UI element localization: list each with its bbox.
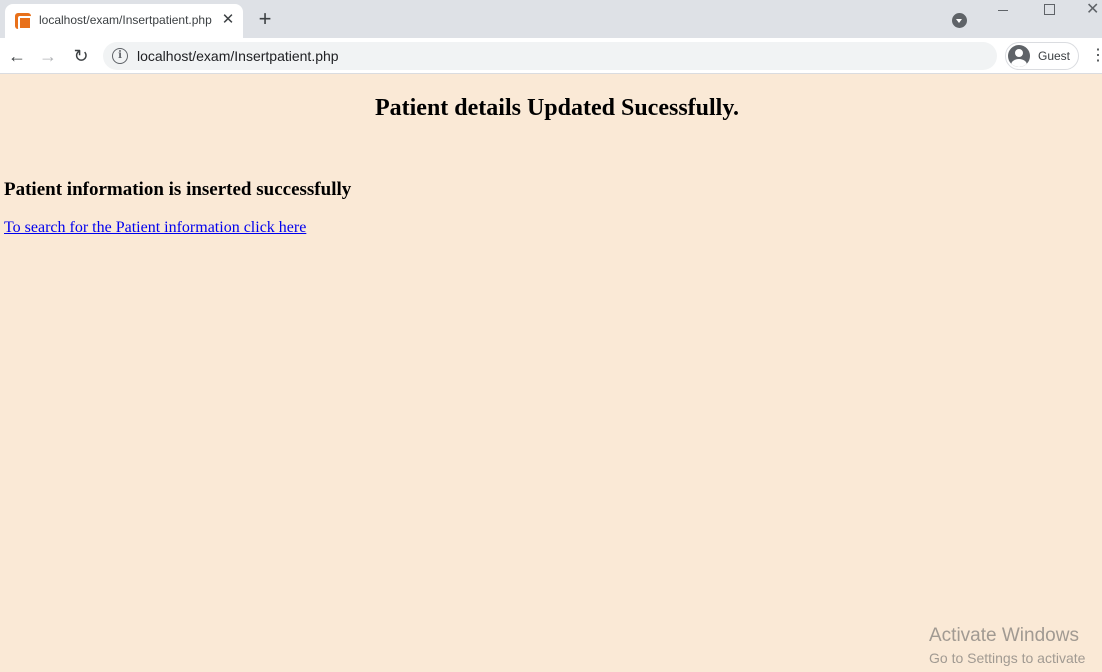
address-bar[interactable]: i localhost/exam/Insertpatient.php	[103, 42, 997, 70]
close-tab-icon[interactable]: ✕	[219, 11, 237, 29]
back-arrow-icon[interactable]: ←	[6, 45, 28, 67]
url-text[interactable]: localhost/exam/Insertpatient.php	[137, 48, 339, 64]
maximize-button[interactable]	[1044, 4, 1055, 15]
menu-dots-icon[interactable]: ⋮	[1090, 46, 1102, 66]
new-tab-button[interactable]: +	[254, 8, 276, 30]
profile-label: Guest	[1038, 49, 1071, 63]
success-message: Patient information is inserted successf…	[4, 179, 352, 200]
minimize-button[interactable]	[996, 0, 1012, 20]
browser-tab[interactable]: localhost/exam/Insertpatient.php ✕	[5, 4, 243, 38]
avatar-icon	[1008, 45, 1030, 67]
window-close-button[interactable]: ✕	[1086, 1, 1102, 19]
page-content: Patient details Updated Sucessfully. Pat…	[0, 75, 1102, 672]
profile-button[interactable]: Guest	[1005, 42, 1079, 70]
tab-strip: localhost/exam/Insertpatient.php ✕ + ✕	[0, 0, 1102, 38]
forward-arrow-icon[interactable]: →	[37, 45, 59, 67]
search-patient-link[interactable]: To search for the Patient information cl…	[4, 219, 306, 237]
tab-title: localhost/exam/Insertpatient.php	[39, 13, 212, 27]
watermark-subtitle: Go to Settings to activate	[929, 650, 1086, 666]
browser-toolbar: ← → ↻ i localhost/exam/Insertpatient.php…	[0, 38, 1102, 74]
activate-windows-watermark: Activate Windows Go to Settings to activ…	[929, 624, 1085, 668]
reload-icon[interactable]: ↻	[70, 45, 92, 67]
info-icon[interactable]: i	[112, 48, 128, 64]
tab-search-icon[interactable]	[952, 13, 967, 28]
page-title: Patient details Updated Sucessfully.	[374, 95, 740, 121]
xampp-icon	[15, 13, 32, 30]
watermark-title: Activate Windows	[929, 625, 1079, 646]
